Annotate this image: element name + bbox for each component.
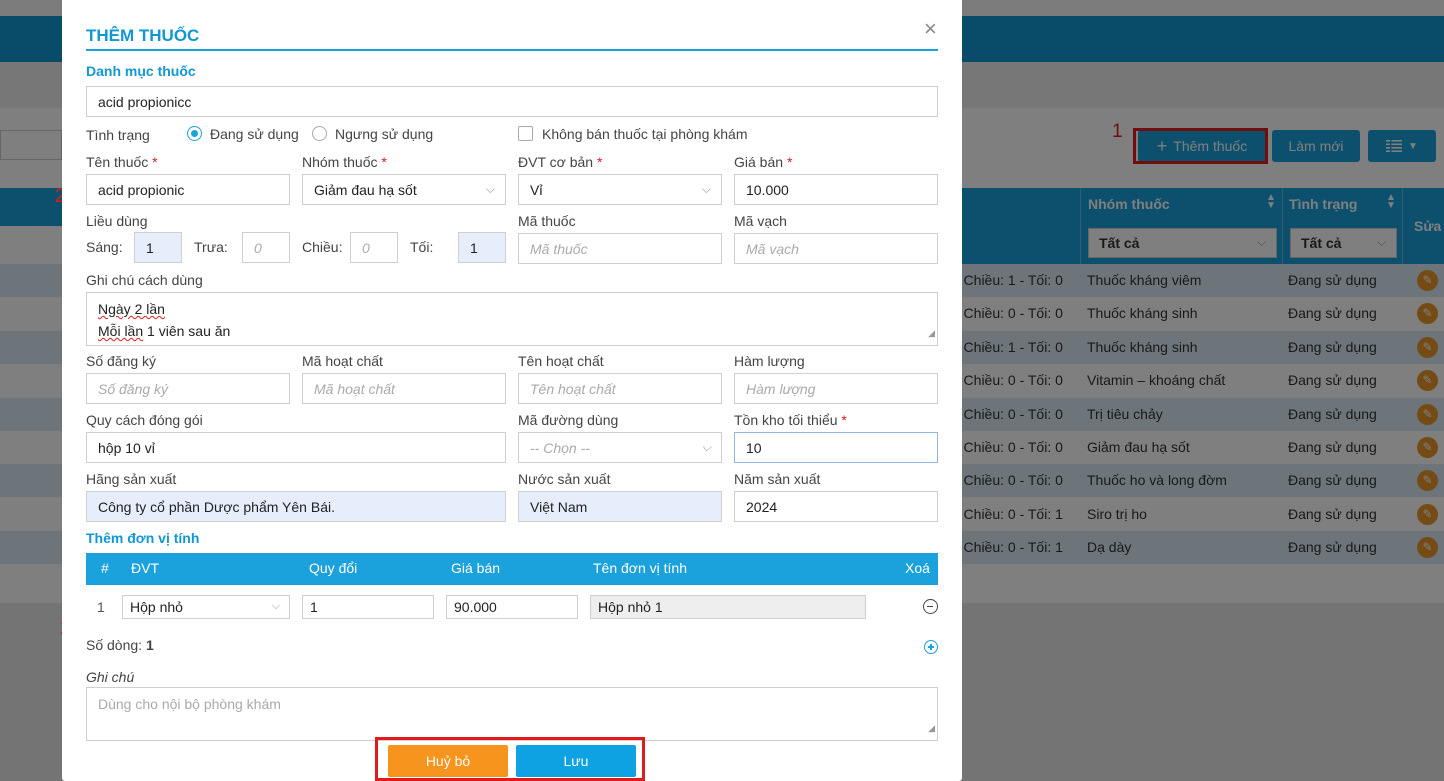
unit-row-unit-select[interactable]: Hộp nhỏ ⌵ bbox=[122, 595, 290, 619]
units-table-header: # ĐVT Quy đổi Giá bán Tên đơn vị tính Xo… bbox=[86, 553, 938, 585]
dosage-evening-label: Tối: bbox=[410, 239, 434, 255]
active-name-label: Tên hoạt chất bbox=[518, 353, 604, 369]
dosage-afternoon-input[interactable]: 0 bbox=[350, 232, 398, 263]
units-header-convert: Quy đổi bbox=[309, 560, 358, 576]
drug-name-label: Tên thuốc * bbox=[86, 154, 158, 170]
remove-row-icon[interactable] bbox=[923, 599, 938, 614]
drug-code-label: Mã thuốc bbox=[518, 213, 576, 229]
drug-group-label: Nhóm thuốc * bbox=[302, 154, 387, 170]
dosage-noon-input[interactable]: 0 bbox=[242, 232, 290, 263]
no-sell-label: Không bán thuốc tại phòng khám bbox=[542, 126, 748, 142]
unit-row-number: 1 bbox=[97, 599, 105, 615]
usage-note-label: Ghi chú cách dùng bbox=[86, 272, 203, 288]
close-icon[interactable]: × bbox=[924, 18, 937, 40]
chevron-down-icon: ⌵ bbox=[271, 600, 280, 612]
units-header-price: Giá bán bbox=[451, 560, 501, 576]
content-label: Hàm lượng bbox=[734, 353, 805, 369]
barcode-label: Mã vạch bbox=[734, 213, 787, 229]
price-input[interactable]: 10.000 bbox=[734, 174, 938, 205]
year-input[interactable]: 2024 bbox=[734, 491, 938, 522]
route-code-select[interactable]: -- Chọn -- ⌵ bbox=[518, 432, 722, 463]
dosage-noon-label: Trưa: bbox=[194, 239, 228, 255]
manufacturer-label: Hãng sản xuất bbox=[86, 471, 177, 487]
usage-note-line2-rest: 1 viên sau ăn bbox=[143, 323, 231, 339]
barcode-input[interactable]: Mã vạch bbox=[734, 233, 938, 264]
title-divider bbox=[86, 49, 938, 51]
units-section-title: Thêm đơn vị tính bbox=[86, 530, 200, 546]
note-textarea[interactable]: Dùng cho nội bộ phòng khám ◢ bbox=[86, 687, 938, 741]
base-unit-select[interactable]: Vỉ ⌵ bbox=[518, 174, 722, 205]
unit-row-name-input: Hộp nhỏ 1 bbox=[590, 595, 866, 619]
usage-note-textarea[interactable]: Ngày 2 lần Mỗi lần 1 viên sau ăn ◢ bbox=[86, 292, 938, 346]
status-active-radio[interactable] bbox=[187, 126, 202, 141]
drug-name-input[interactable]: acid propionic bbox=[86, 174, 290, 205]
dosage-label: Liều dùng bbox=[86, 213, 148, 229]
no-sell-checkbox[interactable] bbox=[518, 126, 533, 141]
chevron-down-icon: ⌵ bbox=[485, 182, 495, 196]
status-label: Tình trạng bbox=[86, 127, 150, 143]
active-code-input[interactable]: Mã hoạt chất bbox=[302, 373, 506, 404]
drug-code-input[interactable]: Mã thuốc bbox=[518, 233, 722, 264]
row-count: Số dòng: 1 bbox=[86, 637, 154, 653]
price-label: Giá bán * bbox=[734, 154, 793, 170]
cancel-button[interactable]: Huỷ bỏ bbox=[388, 745, 508, 777]
packaging-input[interactable]: hộp 10 vỉ bbox=[86, 432, 506, 463]
reg-no-label: Số đăng ký bbox=[86, 353, 157, 369]
year-label: Năm sản xuất bbox=[734, 471, 821, 487]
note-label: Ghi chú bbox=[86, 669, 135, 685]
modal-title: THÊM THUỐC bbox=[86, 26, 200, 45]
resize-handle-icon[interactable]: ◢ bbox=[928, 322, 935, 344]
country-label: Nước sản xuất bbox=[518, 471, 611, 487]
units-header-unit: ĐVT bbox=[131, 560, 159, 576]
packaging-label: Quy cách đóng gói bbox=[86, 412, 203, 428]
add-drug-modal: THÊM THUỐC × Danh mục thuốc acid propion… bbox=[62, 0, 962, 781]
dosage-evening-input[interactable]: 1 bbox=[458, 232, 506, 263]
manufacturer-input[interactable]: Công ty cổ phần Dược phẩm Yên Bái. bbox=[86, 491, 506, 522]
save-button[interactable]: Lưu bbox=[516, 745, 636, 777]
unit-row-price-input[interactable]: 90.000 bbox=[446, 595, 578, 619]
add-row-icon[interactable] bbox=[924, 640, 938, 654]
units-header-unit-name: Tên đơn vị tính bbox=[593, 560, 688, 576]
resize-handle-icon[interactable]: ◢ bbox=[928, 717, 935, 739]
usage-note-line2-underlined: Mỗi lần bbox=[98, 323, 144, 339]
drug-group-select[interactable]: Giảm đau hạ sốt ⌵ bbox=[302, 174, 506, 205]
dosage-morning-label: Sáng: bbox=[86, 239, 123, 255]
units-header-no: # bbox=[101, 560, 109, 576]
usage-note-line1: Ngày 2 lần bbox=[98, 301, 165, 317]
status-inactive-label: Ngưng sử dụng bbox=[335, 126, 434, 142]
dosage-afternoon-label: Chiều: bbox=[302, 239, 343, 255]
country-input[interactable]: Việt Nam bbox=[518, 491, 722, 522]
chevron-down-icon: ⌵ bbox=[701, 440, 711, 454]
min-stock-input[interactable]: 10 bbox=[734, 432, 938, 463]
route-code-label: Mã đường dùng bbox=[518, 412, 619, 428]
active-name-input[interactable]: Tên hoạt chất bbox=[518, 373, 722, 404]
units-header-delete: Xoá bbox=[905, 560, 930, 576]
reg-no-input[interactable]: Số đăng ký bbox=[86, 373, 290, 404]
active-code-label: Mã hoạt chất bbox=[302, 353, 383, 369]
dosage-morning-input[interactable]: 1 bbox=[134, 232, 182, 263]
note-placeholder: Dùng cho nội bộ phòng khám bbox=[98, 696, 281, 712]
min-stock-label: Tồn kho tối thiểu * bbox=[734, 412, 847, 428]
catalog-search-input[interactable]: acid propionicc bbox=[86, 86, 938, 117]
base-unit-label: ĐVT cơ bản * bbox=[518, 154, 603, 170]
chevron-down-icon: ⌵ bbox=[701, 182, 711, 196]
content-input[interactable]: Hàm lượng bbox=[734, 373, 938, 404]
catalog-section-title: Danh mục thuốc bbox=[86, 63, 196, 79]
status-active-label: Đang sử dụng bbox=[210, 126, 299, 142]
unit-row-convert-input[interactable]: 1 bbox=[302, 595, 434, 619]
status-inactive-radio[interactable] bbox=[312, 126, 327, 141]
